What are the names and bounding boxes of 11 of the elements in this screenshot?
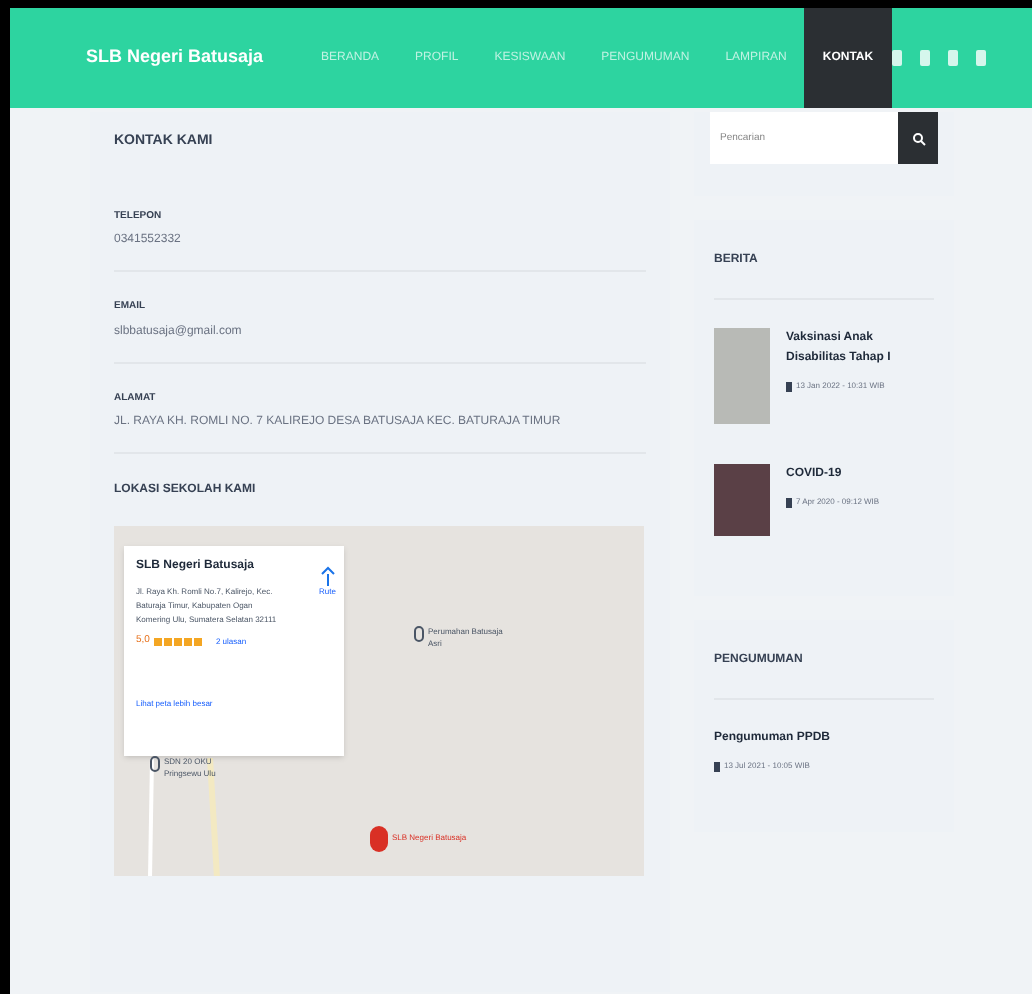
road-drawing	[148, 758, 220, 876]
photo-placeholder	[714, 328, 770, 424]
photo-placeholder	[714, 464, 770, 536]
calendar-icon	[714, 761, 720, 771]
search-icon	[911, 131, 926, 145]
search-button[interactable]	[898, 112, 938, 164]
map-pin-icon[interactable]	[414, 626, 424, 642]
map-pin-icon[interactable]	[150, 756, 160, 772]
map-pin-icon[interactable]	[370, 826, 388, 852]
calendar-icon	[786, 497, 792, 507]
calendar-icon	[786, 381, 792, 391]
